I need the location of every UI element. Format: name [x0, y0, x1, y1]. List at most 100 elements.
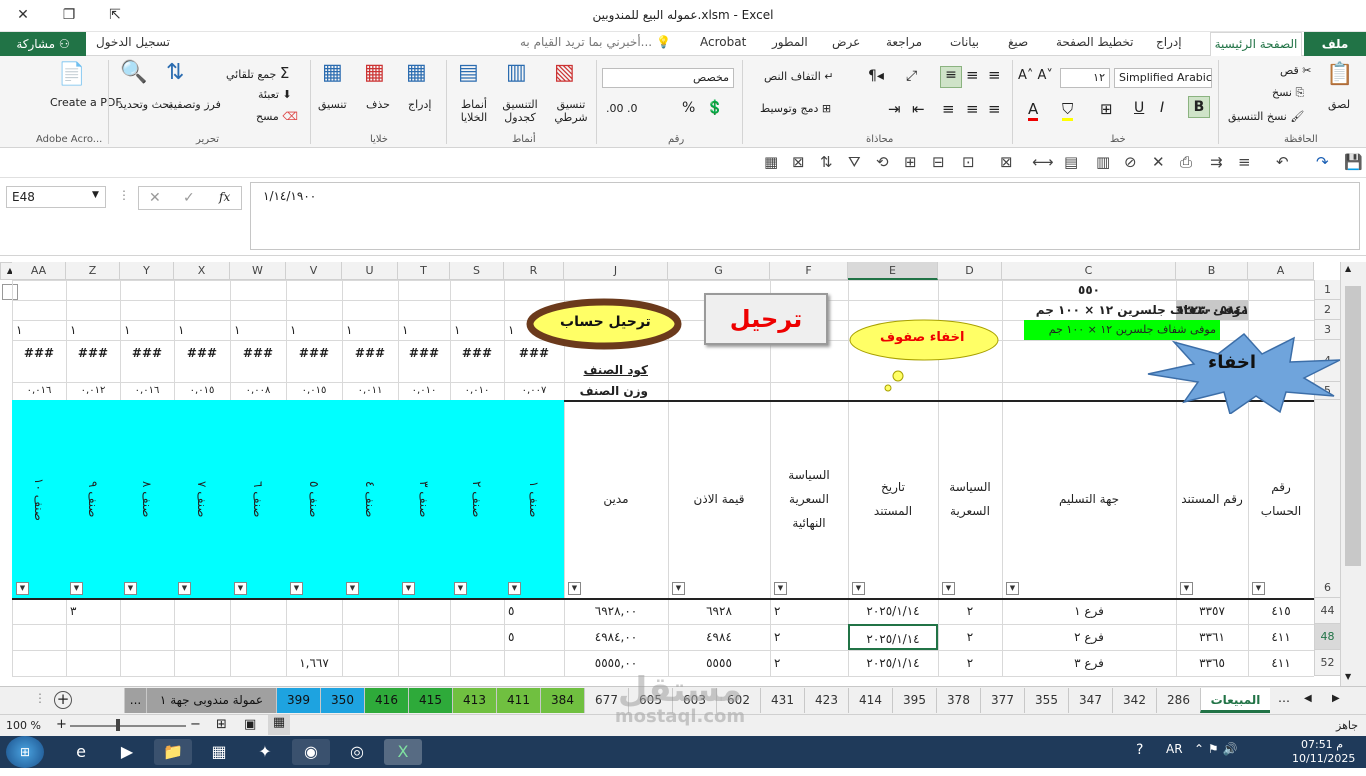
header-item-3[interactable]: صنف ٣: [398, 400, 450, 598]
header-item-10[interactable]: صنف ١٠: [12, 400, 66, 598]
wrap-text-button[interactable]: التفاف النص ↵: [764, 70, 833, 83]
delete-sheet-icon[interactable]: ✕: [1152, 153, 1165, 171]
column-header[interactable]: E: [848, 262, 938, 280]
filter-dropdown-icon[interactable]: ▼: [346, 582, 359, 595]
header-item-1[interactable]: صنف ١: [504, 400, 564, 598]
filter-icon[interactable]: ⛛: [848, 153, 861, 171]
column-header[interactable]: G: [668, 262, 770, 280]
select-all-icon[interactable]: [2, 284, 18, 300]
column-header[interactable]: U: [342, 262, 398, 280]
filter-dropdown-icon[interactable]: ▼: [1252, 582, 1265, 595]
excel-taskbar-icon[interactable]: X: [384, 739, 422, 765]
header-cell-b[interactable]: رقم المستند: [1176, 400, 1248, 598]
format-button[interactable]: تنسيق: [318, 98, 347, 111]
cell-item5[interactable]: [286, 598, 342, 624]
start-button-icon[interactable]: ⊞: [6, 736, 44, 768]
delete-cells-icon[interactable]: ▦: [364, 62, 385, 84]
vertical-scrollbar[interactable]: ▲ ▼: [1340, 262, 1366, 686]
align-right-icon[interactable]: ≡: [942, 100, 955, 118]
cell-doc-no[interactable]: ٣٣٥٧: [1176, 598, 1248, 624]
cell-final-policy[interactable]: ٢: [770, 624, 848, 650]
clear-button[interactable]: مسح ⌫: [256, 110, 298, 123]
conditional-format-button[interactable]: تنسيق شرطي: [550, 98, 592, 124]
clipboard-icon[interactable]: 📋: [1326, 64, 1353, 86]
sheet-tab[interactable]: 342: [1112, 688, 1156, 713]
sheet-tab[interactable]: 423: [804, 688, 848, 713]
sort-filter-icon[interactable]: ⇅: [166, 62, 184, 84]
sheet-tab[interactable]: 411: [496, 688, 540, 713]
ungroup-icon[interactable]: ⊟: [932, 153, 945, 171]
sheet-tab[interactable]: ...: [124, 688, 146, 713]
column-header[interactable]: D: [938, 262, 1002, 280]
sheet-tab[interactable]: 377: [980, 688, 1024, 713]
row-header[interactable]: 2: [1314, 300, 1340, 320]
magnifier-icon[interactable]: 🔍: [120, 62, 147, 84]
undo-icon[interactable]: ↶: [1276, 153, 1289, 171]
column-header[interactable]: F: [770, 262, 848, 280]
share-button[interactable]: مشاركة ⚇: [0, 32, 86, 56]
tab-formulas[interactable]: صيغ: [1008, 35, 1028, 49]
cell-item-flag[interactable]: ١: [120, 320, 174, 340]
refresh-icon[interactable]: ⟲: [876, 153, 889, 171]
column-header[interactable]: C: [1002, 262, 1176, 280]
worksheet-grid[interactable]: ▲ ABCDEFGJRSTUVWXYZAA 123456444852 ٥٥٠٦٢…: [0, 262, 1341, 686]
cell-item1[interactable]: ٥: [504, 624, 564, 650]
calculator-icon[interactable]: ▦: [200, 739, 238, 765]
insert-button[interactable]: إدراج: [408, 98, 431, 111]
media-player-icon[interactable]: ▶: [108, 739, 146, 765]
sheet-tab[interactable]: 413: [452, 688, 496, 713]
format-cells-icon[interactable]: ▦: [322, 62, 343, 84]
filter-dropdown-icon[interactable]: ▼: [290, 582, 303, 595]
clear-filter-icon[interactable]: ⊠: [792, 153, 805, 171]
cell-delivery[interactable]: فرع ٢: [1002, 624, 1176, 650]
filter-dropdown-icon[interactable]: ▼: [568, 582, 581, 595]
cell-item-flag[interactable]: ١: [230, 320, 286, 340]
prev-sheet-icon[interactable]: ▶: [1332, 693, 1340, 704]
cell-styles-icon[interactable]: ▤: [458, 62, 479, 84]
filter-dropdown-icon[interactable]: ▼: [402, 582, 415, 595]
cell-item-code[interactable]: ###: [286, 340, 342, 382]
language-icon[interactable]: AR: [1166, 742, 1183, 756]
cell-item-weight[interactable]: ٠,٠١٥: [286, 382, 342, 400]
cell-item-weight[interactable]: ٠,٠١٦: [12, 382, 66, 400]
column-header[interactable]: AA: [12, 262, 66, 280]
indent-increase-icon[interactable]: ⇥: [888, 100, 901, 118]
header-cell-d[interactable]: السياسة السعرية: [938, 400, 1002, 598]
page-layout-view-icon[interactable]: ▣: [244, 717, 256, 732]
zoom-in-icon[interactable]: +: [56, 717, 67, 732]
italic-icon[interactable]: I: [1160, 100, 1164, 116]
cell-doc-no[interactable]: ٣٣٦٥: [1176, 650, 1248, 676]
fill-button[interactable]: تعبئة ⬇: [258, 88, 292, 101]
cell-c2[interactable]: موفى شفاف جلسرين ١٢ × ١٠٠ جم: [1002, 300, 1252, 320]
tab-home[interactable]: الصفحة الرئيسية: [1210, 32, 1302, 56]
cell-item-code[interactable]: ###: [120, 340, 174, 382]
cell-item-flag[interactable]: ١: [450, 320, 504, 340]
cell-item-code[interactable]: ###: [174, 340, 230, 382]
cell-doc-date[interactable]: ٢٠٢٥/١/١٤: [848, 650, 938, 676]
row-header[interactable]: 44: [1314, 598, 1340, 624]
name-box[interactable]: E48: [6, 186, 106, 208]
scroll-down-arrow-icon[interactable]: ▼: [1345, 672, 1351, 681]
cell-account[interactable]: ٤١١: [1248, 624, 1314, 650]
font-name-select[interactable]: Simplified Arabic: [1114, 68, 1212, 88]
cell-item-flag[interactable]: ١: [398, 320, 450, 340]
cancel-icon[interactable]: ✕: [149, 190, 161, 206]
cell-item9[interactable]: ٣: [66, 598, 120, 624]
header-item-4[interactable]: صنف ٤: [342, 400, 398, 598]
merge-icon[interactable]: ⇉: [1210, 153, 1223, 171]
cell-j5[interactable]: وزن الصنف: [564, 382, 668, 400]
sheet-tab[interactable]: 416: [364, 688, 408, 713]
sign-in-link[interactable]: تسجيل الدخول: [96, 35, 170, 49]
column-header[interactable]: R: [504, 262, 564, 280]
zoom-slider-thumb[interactable]: [116, 719, 120, 731]
filter-dropdown-icon[interactable]: ▼: [178, 582, 191, 595]
column-header[interactable]: T: [398, 262, 450, 280]
cell-item-weight[interactable]: ٠,٠١٠: [450, 382, 504, 400]
group-icon[interactable]: ⊞: [904, 153, 917, 171]
sheet-tab[interactable]: 350: [320, 688, 364, 713]
cell-price-policy[interactable]: ٢: [938, 624, 1002, 650]
print-icon[interactable]: ⎙: [1180, 153, 1192, 171]
cell-item-code[interactable]: ###: [450, 340, 504, 382]
file-explorer-icon[interactable]: 📁: [154, 739, 192, 765]
header-item-2[interactable]: صنف ٢: [450, 400, 504, 598]
